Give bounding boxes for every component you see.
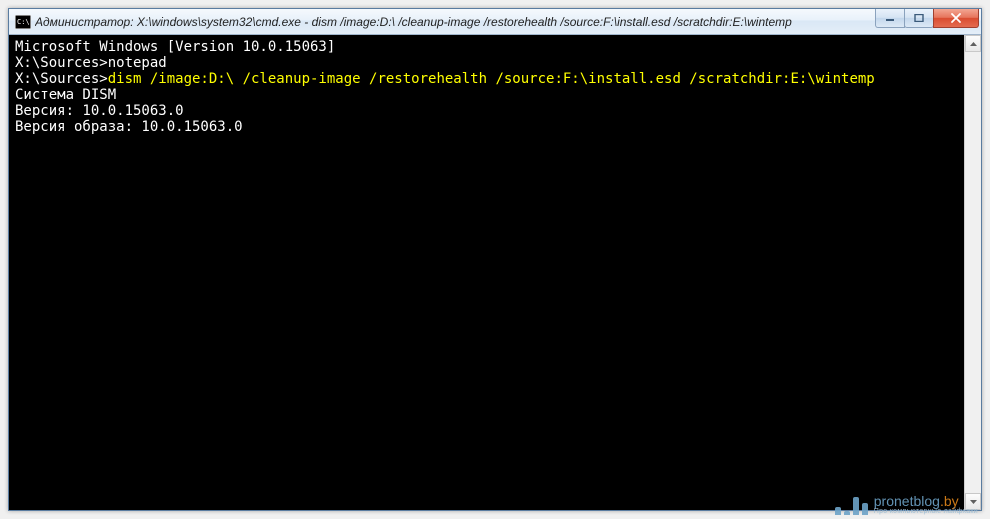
prompt: X:\Sources> xyxy=(15,71,108,87)
cmd-window: C:\ Администратор: X:\windows\system32\c… xyxy=(8,8,982,511)
window-controls xyxy=(876,9,981,34)
maximize-button[interactable] xyxy=(904,9,934,28)
scroll-track[interactable] xyxy=(965,52,981,493)
prompt-line: X:\Sources>dism /image:D:\ /cleanup-imag… xyxy=(15,71,964,87)
scroll-down-button[interactable] xyxy=(965,493,981,510)
scroll-up-button[interactable] xyxy=(965,35,981,52)
window-title: Администратор: X:\windows\system32\cmd.e… xyxy=(35,15,876,29)
titlebar[interactable]: C:\ Администратор: X:\windows\system32\c… xyxy=(9,9,981,35)
command-text: notepad xyxy=(108,55,167,71)
terminal-area: Microsoft Windows [Version 10.0.15063]X:… xyxy=(9,35,981,510)
output-line: Microsoft Windows [Version 10.0.15063] xyxy=(15,39,964,55)
prompt: X:\Sources> xyxy=(15,55,108,71)
cmd-icon: C:\ xyxy=(15,14,31,30)
minimize-button[interactable] xyxy=(875,9,905,28)
output-line: Версия: 10.0.15063.0 xyxy=(15,103,964,119)
terminal-output[interactable]: Microsoft Windows [Version 10.0.15063]X:… xyxy=(9,35,964,510)
close-button[interactable] xyxy=(933,9,979,28)
prompt-line: X:\Sources>notepad xyxy=(15,55,964,71)
output-line: Версия образа: 10.0.15063.0 xyxy=(15,119,964,135)
output-line: Cистема DISM xyxy=(15,87,964,103)
svg-text:C:\: C:\ xyxy=(17,18,30,26)
command-text: dism /image:D:\ /cleanup-image /restoreh… xyxy=(108,71,875,87)
vertical-scrollbar[interactable] xyxy=(964,35,981,510)
